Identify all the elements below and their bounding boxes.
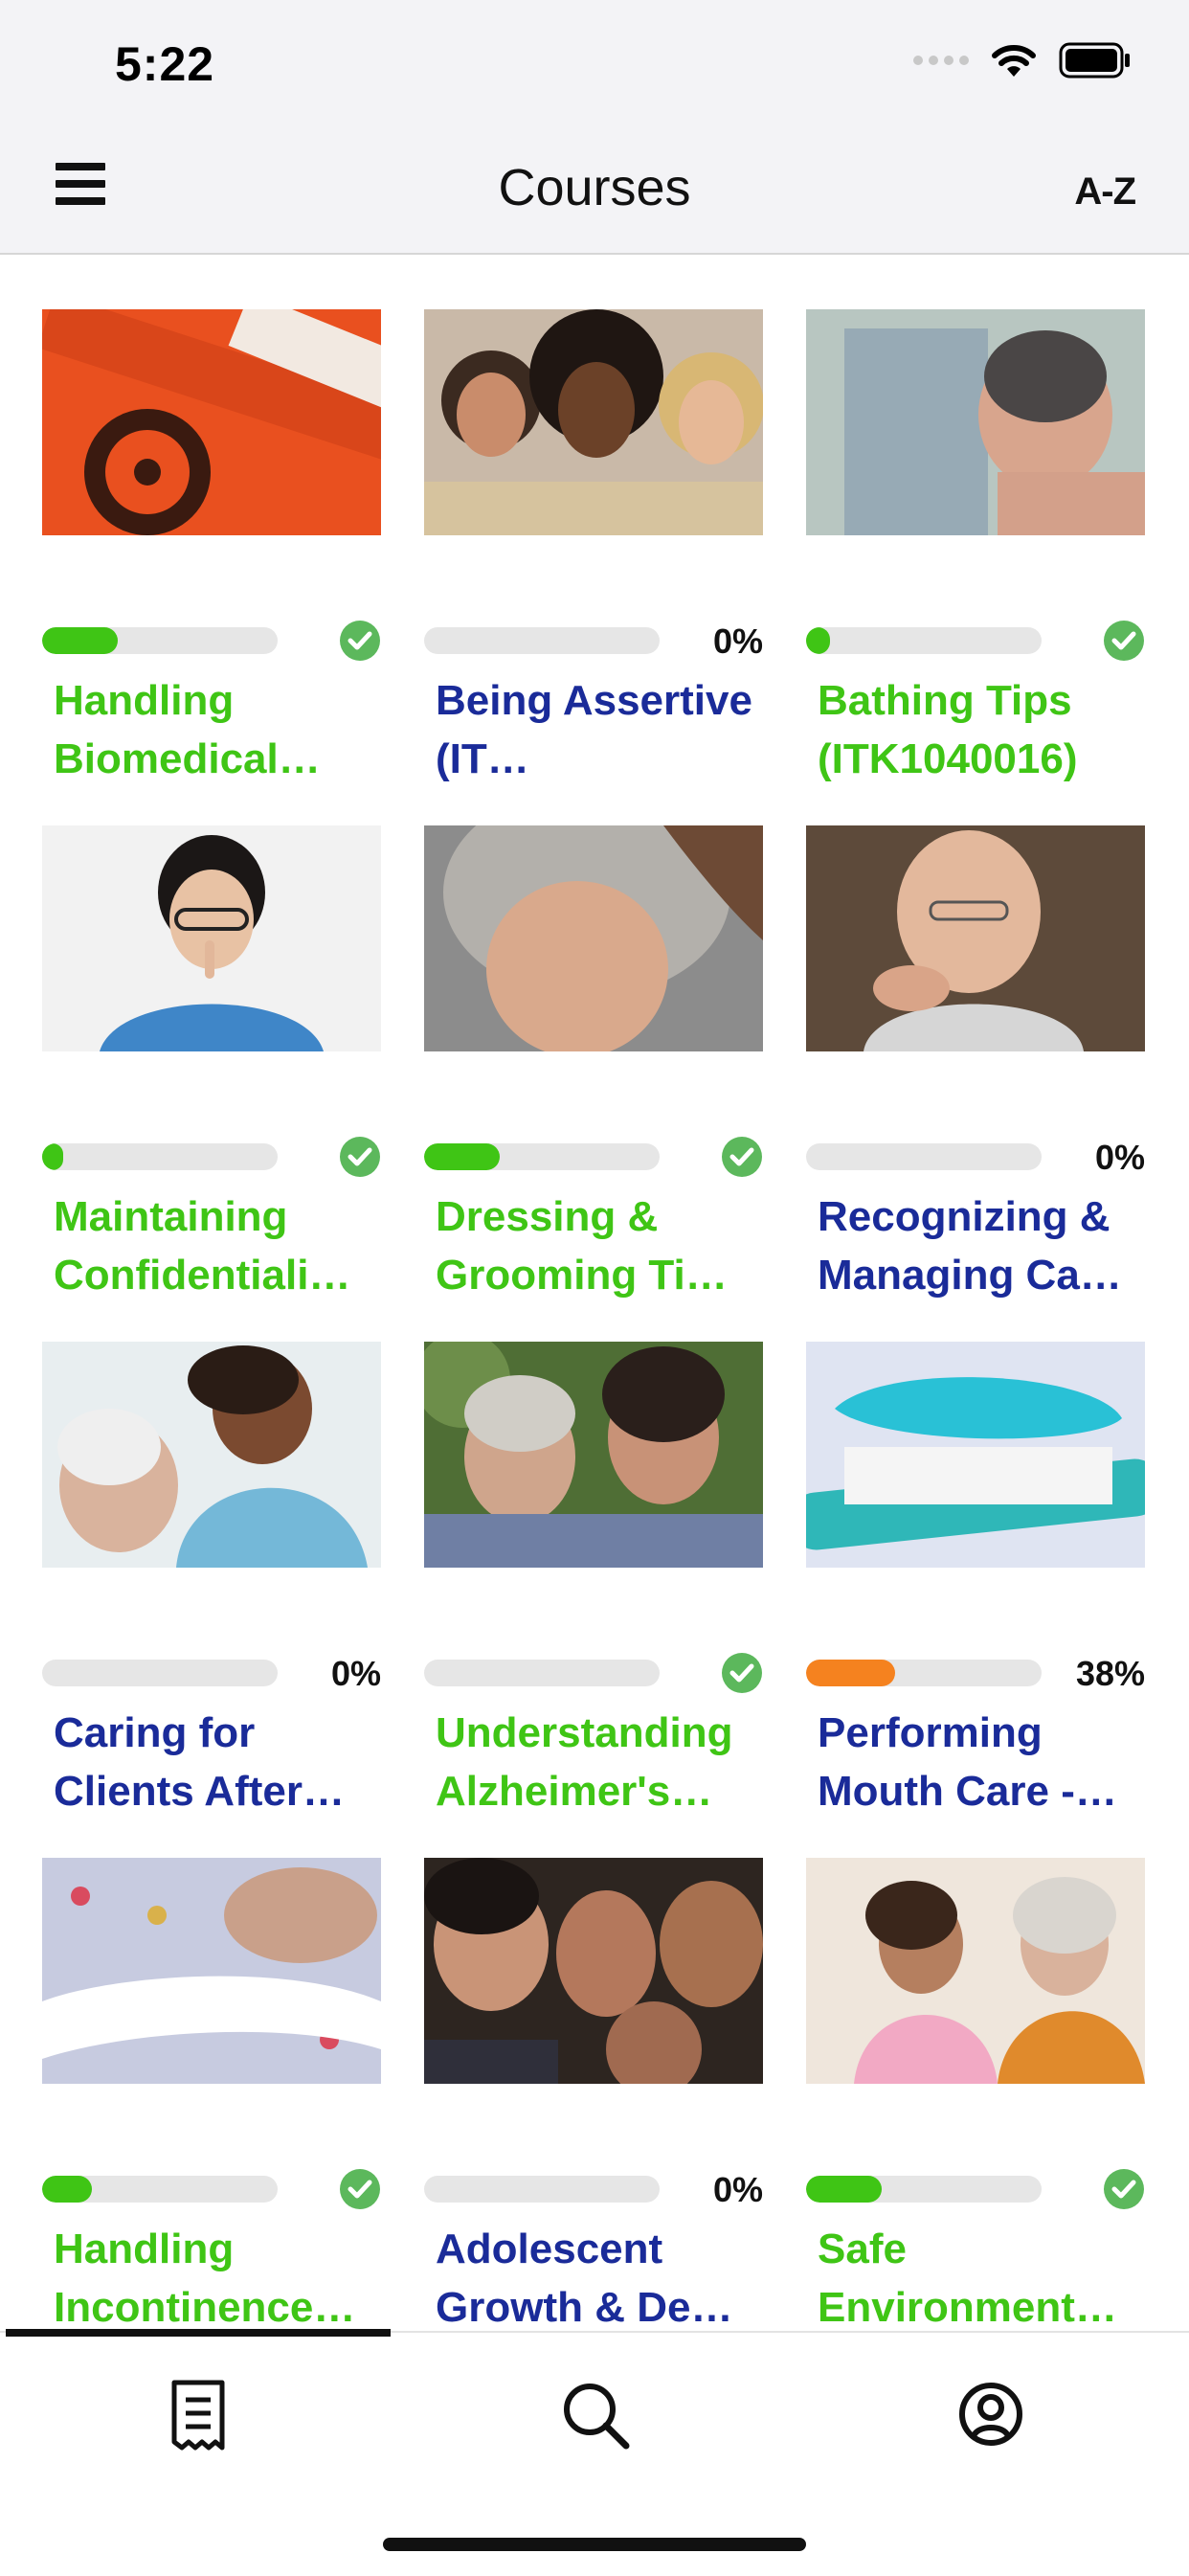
course-title[interactable]: Safe Environment… (818, 2220, 1143, 2331)
course-thumbnail[interactable] (806, 309, 1145, 535)
course-card[interactable]: Understanding Alzheimer's… (424, 1342, 763, 1830)
course-title[interactable]: Being Assertive (IT… (436, 671, 761, 788)
course-title[interactable]: Adolescent Growth & De… (436, 2220, 761, 2331)
progress-bar (806, 627, 1042, 654)
completed-badge (339, 1136, 381, 1178)
progress-fill (806, 627, 830, 654)
course-card[interactable]: 0% Adolescent Growth & De… (424, 1858, 763, 2331)
page-title: Courses (498, 159, 691, 216)
course-grid: Handling Biomedical… 0% Being Assertive (I… (0, 255, 1189, 2331)
completed-badge (339, 2168, 381, 2210)
completed-check-icon (340, 621, 380, 661)
progress-fill (42, 2176, 92, 2203)
status-bar: 5:22 (0, 0, 1189, 124)
course-card[interactable]: 0% Recognizing & Managing Ca… (806, 825, 1145, 1314)
tab-profile[interactable] (948, 2371, 1034, 2457)
home-indicator (383, 2538, 806, 2551)
tab-courses[interactable] (155, 2371, 241, 2457)
completed-check-icon (722, 1137, 762, 1177)
course-card[interactable]: Handling Biomedical… (42, 309, 381, 798)
user-circle-icon (959, 2383, 1022, 2446)
course-card[interactable]: 0% Being Assertive (IT… (424, 309, 763, 798)
status-time: 5:22 (115, 37, 215, 91)
progress-bar (42, 1143, 278, 1170)
progress-bar (424, 627, 660, 654)
course-card[interactable]: Handling Incontinence… (42, 1858, 381, 2331)
course-title[interactable]: Recognizing & Managing Ca… (818, 1187, 1143, 1304)
completed-badge (721, 1652, 763, 1694)
progress-percent: 0% (712, 2170, 763, 2209)
course-thumbnail[interactable] (424, 1858, 763, 2084)
course-title[interactable]: Caring for Clients After… (54, 1704, 379, 1820)
completed-check-icon (1104, 2169, 1144, 2209)
progress-bar (806, 1660, 1042, 1686)
course-thumbnail[interactable] (806, 1858, 1145, 2084)
progress-bar (424, 1143, 660, 1170)
course-title[interactable]: Understanding Alzheimer's… (436, 1704, 761, 1820)
course-thumbnail[interactable] (424, 825, 763, 1051)
status-icons (913, 42, 1132, 79)
sort-az-button[interactable]: A-Z (1074, 170, 1136, 214)
course-card[interactable]: Dressing & Grooming Ti… (424, 825, 763, 1314)
progress-fill (806, 1660, 896, 1686)
progress-fill (806, 2176, 882, 2203)
active-tab-indicator (6, 2329, 391, 2337)
completed-check-icon (1104, 621, 1144, 661)
course-thumbnail[interactable] (42, 309, 381, 535)
progress-bar (42, 1660, 278, 1686)
progress-fill (42, 627, 118, 654)
document-list-icon (171, 2380, 225, 2451)
course-card[interactable]: 38% Performing Mouth Care -… (806, 1342, 1145, 1830)
course-thumbnail[interactable] (42, 825, 381, 1051)
battery-icon (1059, 42, 1130, 79)
progress-bar (42, 2176, 278, 2203)
course-title[interactable]: Handling Biomedical… (54, 671, 379, 788)
tab-search[interactable] (551, 2371, 638, 2457)
completed-badge (1103, 2168, 1145, 2210)
progress-bar (424, 2176, 660, 2203)
progress-percent: 0% (712, 621, 763, 661)
completed-badge (721, 1136, 763, 1178)
navigation-bar: Courses A-Z (0, 124, 1189, 255)
course-card[interactable]: Safe Environment… (806, 1858, 1145, 2331)
course-thumbnail[interactable] (42, 1342, 381, 1568)
progress-bar (42, 627, 278, 654)
course-title[interactable]: Performing Mouth Care -… (818, 1704, 1143, 1820)
progress-bar (806, 2176, 1042, 2203)
course-thumbnail[interactable] (424, 309, 763, 535)
course-thumbnail[interactable] (806, 1342, 1145, 1568)
progress-percent: 0% (1094, 1138, 1145, 1177)
course-title[interactable]: Bathing Tips (ITK1040016) (818, 671, 1143, 788)
progress-percent: 0% (330, 1654, 381, 1693)
course-title[interactable]: Dressing & Grooming Ti… (436, 1187, 761, 1304)
course-card[interactable]: Bathing Tips (ITK1040016) (806, 309, 1145, 798)
course-thumbnail[interactable] (424, 1342, 763, 1568)
completed-badge (339, 620, 381, 662)
progress-percent: 38% (1075, 1654, 1145, 1693)
progress-fill (424, 1143, 500, 1170)
completed-check-icon (340, 1137, 380, 1177)
course-card[interactable]: Maintaining Confidentiali… (42, 825, 381, 1314)
wifi-icon (992, 45, 1036, 77)
search-icon (564, 2384, 630, 2450)
completed-badge (1103, 620, 1145, 662)
progress-bar (424, 1660, 660, 1686)
progress-fill (42, 1143, 64, 1170)
course-thumbnail[interactable] (42, 1858, 381, 2084)
course-card[interactable]: 0% Caring for Clients After… (42, 1342, 381, 1830)
progress-bar (806, 1143, 1042, 1170)
completed-check-icon (340, 2169, 380, 2209)
course-thumbnail[interactable] (806, 825, 1145, 1051)
completed-check-icon (722, 1653, 762, 1693)
course-title[interactable]: Maintaining Confidentiali… (54, 1187, 379, 1304)
course-title[interactable]: Handling Incontinence… (54, 2220, 379, 2331)
cellular-signal-icon (913, 56, 969, 65)
